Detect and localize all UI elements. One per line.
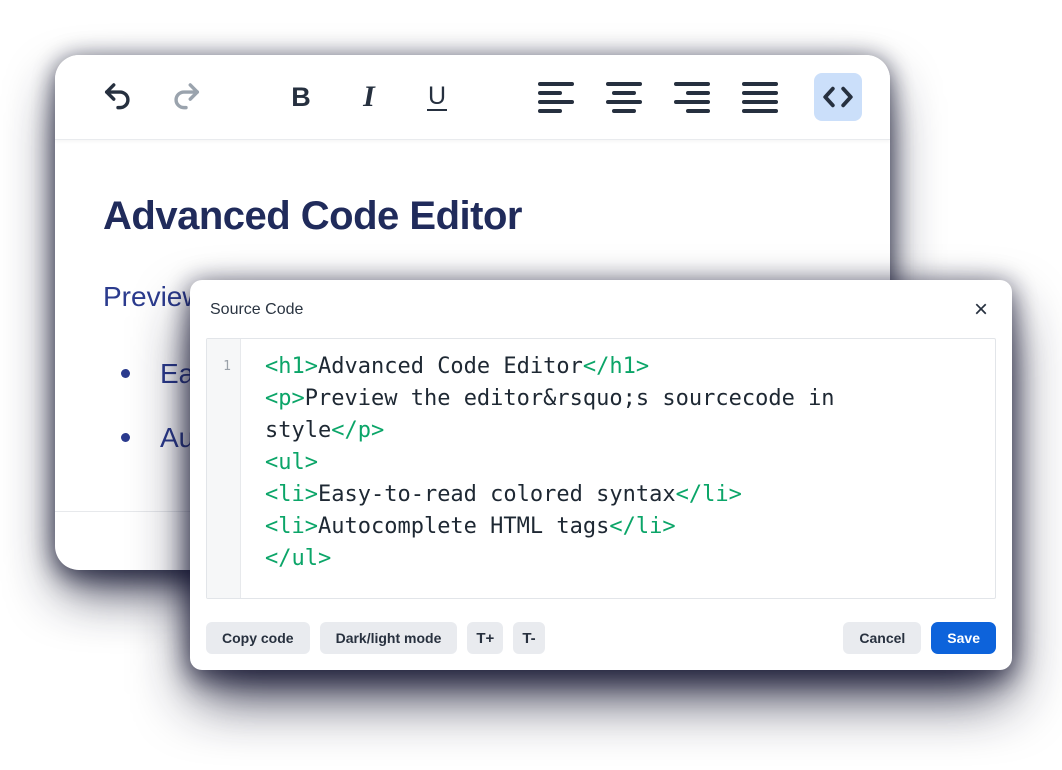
align-right-icon bbox=[674, 82, 710, 113]
source-code-dialog: Source Code × 1 <h1>Advanced Code Editor… bbox=[190, 280, 1012, 670]
italic-button[interactable]: I bbox=[345, 73, 393, 121]
close-button[interactable]: × bbox=[968, 296, 994, 324]
align-left-icon bbox=[538, 82, 574, 113]
bold-button[interactable]: B bbox=[277, 73, 325, 121]
dark-light-mode-button[interactable]: Dark/light mode bbox=[320, 622, 458, 654]
bold-icon: B bbox=[291, 82, 311, 113]
code-line: <p>Preview the editor&rsquo;s sourcecode… bbox=[265, 383, 950, 447]
code-line: <li>Autocomplete HTML tags</li> bbox=[265, 511, 950, 543]
redo-button[interactable] bbox=[162, 73, 210, 121]
code-line: </ul> bbox=[265, 543, 950, 575]
align-justify-button[interactable] bbox=[736, 73, 784, 121]
source-code-button[interactable] bbox=[814, 73, 862, 121]
dialog-footer: Copy code Dark/light mode T+ T- Cancel S… bbox=[206, 622, 996, 654]
line-number-gutter: 1 bbox=[207, 339, 241, 598]
redo-icon bbox=[169, 80, 203, 114]
font-size-increase-button[interactable]: T+ bbox=[467, 622, 503, 654]
undo-icon bbox=[101, 80, 135, 114]
code-line: <h1>Advanced Code Editor</h1> bbox=[265, 351, 950, 383]
italic-icon: I bbox=[363, 80, 375, 114]
page: B I U bbox=[0, 0, 1062, 770]
underline-icon: U bbox=[427, 83, 447, 111]
align-justify-icon bbox=[742, 82, 778, 113]
source-code-editor[interactable]: <h1>Advanced Code Editor</h1><p>Preview … bbox=[241, 339, 995, 598]
undo-button[interactable] bbox=[94, 73, 142, 121]
underline-button[interactable]: U bbox=[413, 73, 461, 121]
dialog-title: Source Code bbox=[210, 301, 303, 319]
font-size-decrease-button[interactable]: T- bbox=[513, 622, 544, 654]
source-code-icon bbox=[820, 79, 856, 115]
align-center-icon bbox=[606, 82, 642, 113]
save-button[interactable]: Save bbox=[931, 622, 996, 654]
document-heading: Advanced Code Editor bbox=[103, 194, 842, 239]
bullet-icon bbox=[121, 369, 130, 378]
cancel-button[interactable]: Cancel bbox=[843, 622, 921, 654]
dialog-header: Source Code × bbox=[206, 294, 996, 324]
align-left-button[interactable] bbox=[532, 73, 580, 121]
code-line: <ul> bbox=[265, 447, 950, 479]
close-icon: × bbox=[974, 296, 988, 323]
align-right-button[interactable] bbox=[668, 73, 716, 121]
line-number: 1 bbox=[207, 359, 231, 374]
code-panel: 1 <h1>Advanced Code Editor</h1><p>Previe… bbox=[206, 338, 996, 599]
align-center-button[interactable] bbox=[600, 73, 648, 121]
editor-toolbar: B I U bbox=[55, 55, 890, 140]
copy-code-button[interactable]: Copy code bbox=[206, 622, 310, 654]
code-line: <li>Easy-to-read colored syntax</li> bbox=[265, 479, 950, 511]
bullet-icon bbox=[121, 433, 130, 442]
